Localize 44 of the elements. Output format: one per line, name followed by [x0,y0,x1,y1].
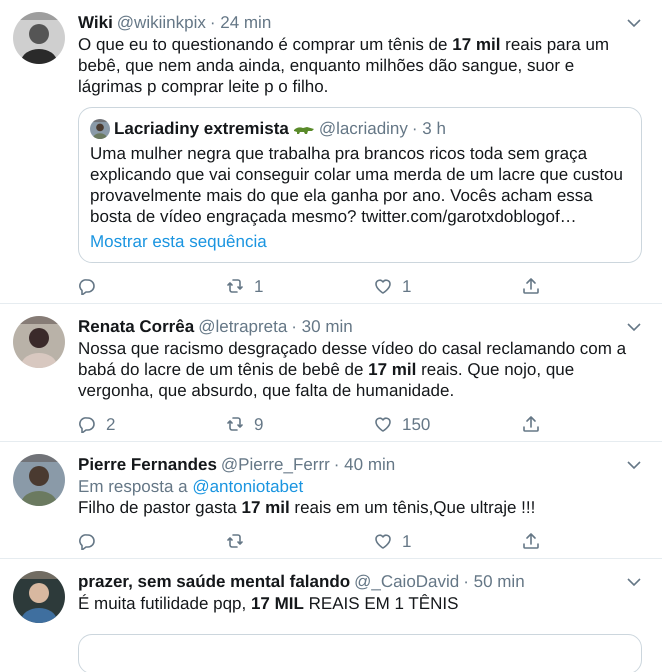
tweet-text: É muita futilidade pqp, 17 MIL REAIS EM 1 TÊNIS [78,593,460,614]
author-name[interactable]: Wiki [78,12,113,33]
author-handle: @letrapreta [198,316,288,337]
author-name[interactable]: Renata Corrêa [78,316,194,337]
author-handle: @Pierre_Ferrr [220,454,330,475]
author-name[interactable]: Pierre Fernandes [78,454,217,475]
caret-icon[interactable] [626,576,642,586]
author-name[interactable]: prazer, sem saúde mental falando [78,571,350,592]
heart-icon[interactable] [374,277,392,295]
quoted-tweet[interactable] [78,107,642,263]
like-count: 1 [402,276,412,296]
tweet-time: · 24 min [210,12,272,33]
caret-icon[interactable] [626,18,642,28]
tweet-text: Filho de pastor gasta 17 mil reais em um tênis,Que ultraje !!! [78,497,536,518]
author-handle: @wikiinkpix [116,12,206,33]
reply-icon[interactable] [78,277,96,295]
caret-icon[interactable] [626,322,642,332]
tweet-text: Nossa que racismo desgraçado desse vídeo do casal reclamando com a babá do lacre de um tênis de bebê de 17 mil reais. Que nojo, que vergonha, que absurdo, que falta de humanidade. [78,338,628,401]
reply-count: 2 [106,414,116,434]
share-icon[interactable] [522,415,540,433]
share-icon[interactable] [522,277,540,295]
author-name: Lacriadiny extremista [114,118,289,139]
reply-icon[interactable] [78,415,96,433]
author-handle: @_CaioDavid [354,571,460,592]
like-count: 150 [402,414,430,434]
tweet-time: · 40 min [334,454,396,475]
tweet-time: · 3 h [412,118,446,139]
like-count: 1 [402,530,412,552]
reply-icon[interactable] [78,532,96,550]
heart-icon[interactable] [374,415,392,433]
heart-icon[interactable] [374,532,392,550]
author-handle: @lacriadiny [318,118,408,139]
tweet-time: · 50 min [463,571,525,592]
quoted-text: Uma mulher negra que trabalha pra brancos ricos toda sem graça explicando que vai conseguir colar uma merda de um lacre que custou provavelmente mais do que ela ganha por ano. Vocês acham essa bosta de vídeo engraçada mesmo? twitter.com/garotxdoblogof… [90,143,624,227]
caret-icon[interactable] [626,460,642,470]
tweet-text: O que eu to questionando é comprar um tênis de 17 mil reais para um bebê, que nem anda ainda, enquanto milhões dão sangue, suor e lágrimas p comprar leite p o filho. [78,34,610,97]
retweet-icon[interactable] [226,277,244,295]
retweet-icon[interactable] [226,415,244,433]
tweet-time: · 30 min [291,316,353,337]
reply-label: Em resposta a [78,477,188,496]
share-icon[interactable] [522,532,540,550]
retweet-count: 1 [254,276,264,296]
retweet-icon[interactable] [226,532,244,550]
retweet-count: 9 [254,414,264,434]
